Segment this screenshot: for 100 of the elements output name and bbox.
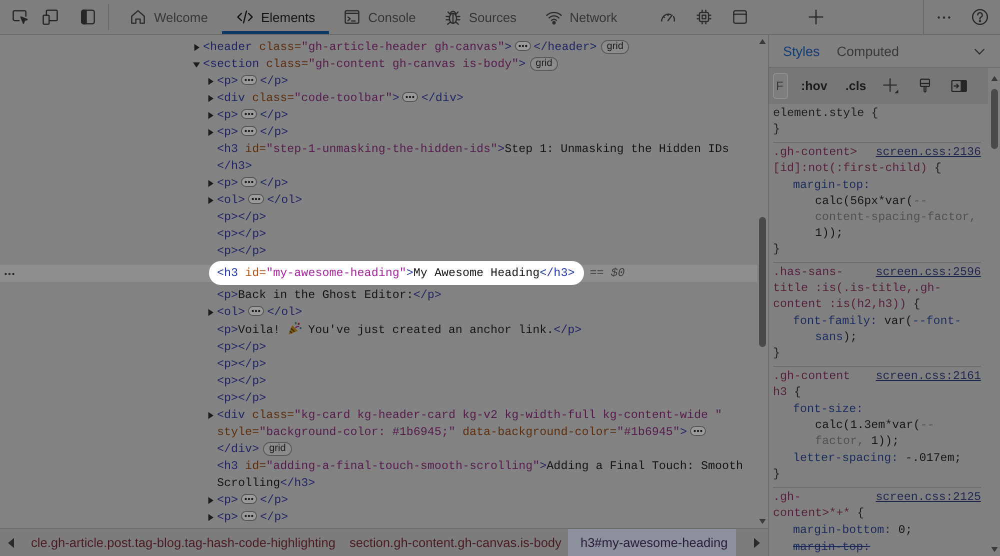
source-link[interactable]: screen.css:2161 (876, 368, 981, 384)
css-value: var(--font- (884, 314, 962, 328)
node-text: You've just created an anchor link. (308, 323, 554, 337)
css-value: 1)); (815, 226, 844, 240)
opening-tag: <h3 id="adding-a-final-touch-smooth-scrolling"> (217, 459, 547, 473)
breadcrumb-item[interactable]: section.gh-content.gh-canvas.is-body (342, 529, 568, 556)
ellipsis-icon[interactable] (514, 41, 531, 51)
css-property: margin-top: (793, 540, 870, 554)
css-selector: content :is(h2,h3)) { (773, 297, 920, 311)
closing-tag: </ol> (267, 304, 302, 321)
css-value: 0; (898, 523, 912, 537)
source-link[interactable]: screen.css:2136 (876, 144, 981, 160)
opening-tag: <p> (217, 510, 238, 524)
scroll-left-arrow-icon[interactable] (8, 538, 14, 548)
node-text: Adding a Final Touch: Smooth (546, 459, 744, 473)
closing-tag: </div> (421, 90, 464, 107)
closing-brace: } (773, 121, 782, 137)
opening-tag: <h3 id="step-1-unmasking-the-hidden-ids"> (217, 142, 505, 156)
device-icon[interactable] (41, 8, 59, 26)
css-selector: [id]:not(:first-child) { (773, 161, 942, 175)
disclosure-triangle-icon[interactable] (207, 309, 214, 316)
source-link[interactable]: screen.css:2125 (876, 489, 981, 505)
devtools-tab[interactable]: Sources (430, 0, 531, 34)
node-text: Step 1: Unmasking the Hidden IDs (504, 142, 730, 156)
scroll-up-arrow-icon[interactable] (759, 39, 766, 44)
scroll-down-arrow-icon[interactable] (990, 547, 998, 552)
grid-badge[interactable]: grid (530, 57, 558, 71)
code-brackets-icon (236, 8, 254, 26)
scroll-up-arrow-icon[interactable] (990, 76, 998, 81)
scrollbar-thumb[interactable] (990, 89, 998, 149)
opening-tag: <p> (217, 108, 238, 122)
help-icon[interactable] (971, 8, 989, 26)
devtools-tab[interactable]: Console (329, 0, 430, 34)
css-property: font-size: (793, 402, 864, 416)
devtools-tab[interactable]: Elements (222, 0, 330, 34)
devtools-tab[interactable]: Network (530, 0, 632, 34)
devtools-tab[interactable]: Welcome (115, 0, 222, 34)
pane-tab[interactable]: Styles (775, 35, 829, 67)
opening-tag: <p> (217, 323, 238, 337)
toggle-button[interactable]: :hov (801, 79, 828, 93)
ellipsis-icon[interactable] (241, 75, 258, 85)
ellipsis-icon[interactable] (241, 494, 258, 504)
closing-tag: </h3> (280, 475, 316, 492)
disclosure-triangle-icon[interactable] (207, 129, 214, 136)
disclosure-triangle-icon[interactable] (207, 112, 214, 119)
more-options-icon[interactable] (936, 14, 952, 20)
more-options-icon[interactable] (4, 272, 15, 276)
disclosure-triangle-icon[interactable] (207, 180, 214, 187)
opening-tag: <p> (217, 357, 238, 371)
breadcrumb-item[interactable]: h3#my-awesome-heading (568, 529, 736, 556)
opening-tag: <p> (217, 125, 238, 139)
ellipsis-icon[interactable] (248, 194, 264, 204)
disclosure-triangle-icon[interactable] (207, 197, 214, 204)
sidebar-panel-icon[interactable] (79, 8, 97, 26)
ellipsis-icon[interactable] (690, 426, 706, 436)
ellipsis-icon[interactable] (241, 177, 258, 187)
scrollbar-thumb[interactable] (759, 217, 766, 347)
closing-tag: </p> (260, 492, 288, 509)
closing-tag: </p> (238, 226, 266, 243)
scroll-right-arrow-icon[interactable] (754, 538, 760, 548)
chevron-down-icon[interactable] (974, 48, 985, 54)
plus-icon[interactable] (882, 77, 900, 95)
closing-tag: </p> (260, 175, 288, 192)
closing-brace: } (773, 466, 782, 482)
disclosure-triangle-icon[interactable] (207, 514, 214, 521)
disclosure-triangle-icon[interactable] (207, 497, 214, 504)
opening-tag: <header class="gh-article-header gh-canvas"> (203, 40, 512, 54)
ellipsis-icon[interactable] (402, 92, 418, 102)
toggle-button[interactable]: .cls (845, 79, 866, 93)
pane-tab[interactable]: Computed (828, 35, 908, 67)
disclosure-triangle-icon[interactable] (193, 44, 200, 51)
disclosure-triangle-icon[interactable] (207, 78, 214, 85)
disclosure-triangle-icon[interactable] (193, 61, 200, 68)
grid-badge[interactable]: grid (263, 442, 292, 456)
inspect-element-icon[interactable] (11, 8, 29, 26)
closing-tag: </p> (260, 73, 288, 90)
source-link[interactable]: screen.css:2596 (876, 264, 981, 280)
closing-tag: </p> (238, 390, 266, 407)
ellipsis-icon[interactable] (248, 306, 264, 316)
chip-icon (695, 8, 714, 26)
closing-tag: </p> (238, 209, 266, 226)
console-reference: == $0 (590, 266, 625, 280)
ellipsis-icon[interactable] (241, 511, 258, 521)
ellipsis-icon[interactable] (241, 126, 258, 136)
disclosure-triangle-icon[interactable] (207, 412, 214, 419)
opening-tag: <h3 id="my-awesome-heading"> (217, 266, 414, 280)
breadcrumb-item[interactable]: cle.gh-article.post.tag-blog.tag-hash-code-highlighting (24, 529, 342, 556)
filter-input[interactable]: F (773, 73, 788, 99)
css-value: -.017em; (905, 451, 962, 465)
css-selector: .has-sans- (773, 265, 844, 279)
node-text: Voila! (238, 323, 280, 337)
plus-icon[interactable] (807, 8, 826, 26)
opening-tag: <p> (217, 210, 238, 224)
party-popper-icon (287, 321, 302, 336)
scroll-down-arrow-icon[interactable] (759, 519, 766, 524)
grid-badge[interactable]: grid (600, 40, 630, 54)
node-text: My Awesome Heading (413, 266, 540, 280)
ellipsis-icon[interactable] (241, 109, 258, 119)
closing-tag: </p> (260, 107, 288, 124)
disclosure-triangle-icon[interactable] (207, 95, 214, 102)
